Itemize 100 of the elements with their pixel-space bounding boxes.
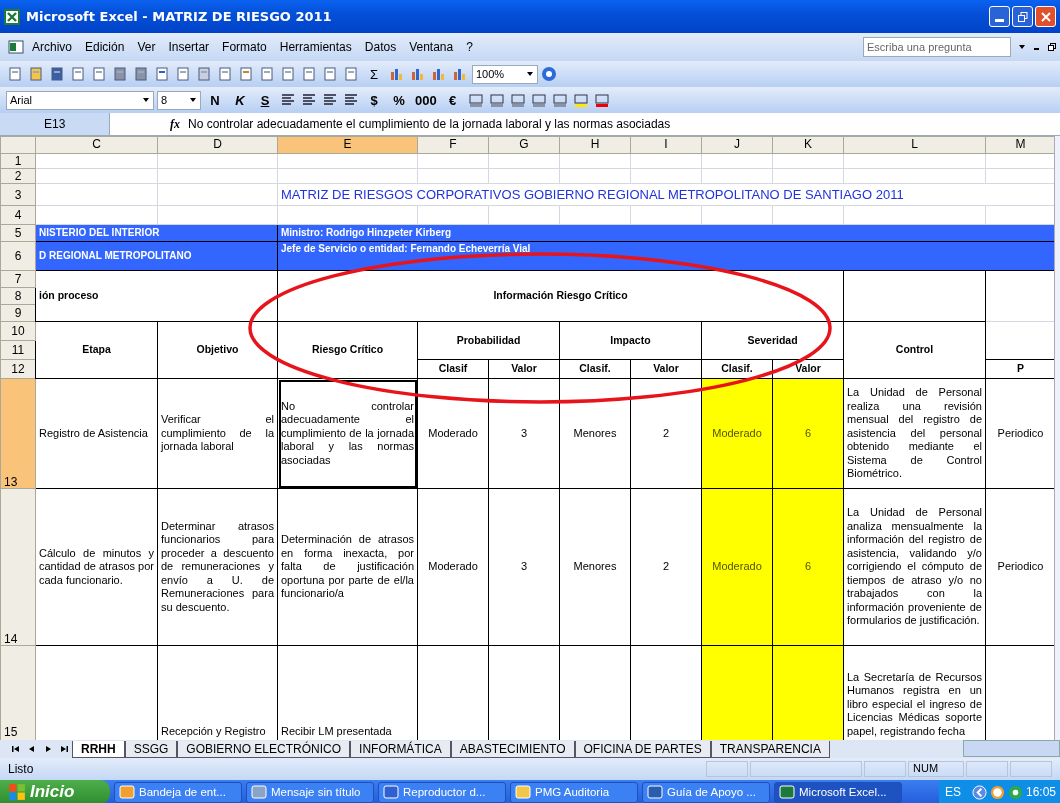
table-cell: 3	[488, 378, 560, 489]
function-button[interactable]: fx	[170, 116, 180, 132]
sheet-tab[interactable]: OFICINA DE PARTES	[574, 741, 711, 758]
row-header[interactable]: 14	[0, 488, 36, 646]
table-cell: 2	[630, 488, 702, 646]
sheet-tab[interactable]: TRANSPARENCIA	[710, 741, 830, 758]
minimize-icon	[995, 19, 1004, 22]
app-icon	[383, 784, 399, 800]
clock-icon[interactable]	[989, 784, 1005, 800]
column-header[interactable]: I	[630, 136, 702, 154]
horizontal-scrollbar[interactable]	[963, 740, 1060, 757]
number-format-button[interactable]: %	[388, 90, 410, 110]
table-cell: Moderado	[701, 488, 773, 646]
style-button[interactable]: K	[229, 90, 251, 110]
row-header[interactable]: 3	[0, 183, 36, 206]
table-cell: 6	[772, 378, 844, 489]
table-cell: La Unidad de Personal analiza mensualmente la información del registro de asistencia, validando y/o corrigiendo el cómputo de tiempos de atraso y/o no trabajados con la información proveniente de formularios de justificación.	[843, 488, 986, 646]
menu-item[interactable]: Ventana	[409, 40, 454, 54]
table-cell[interactable]: Determinación de atrasos en forma inexacta, por falta de justificación oportuna por parte de el/la funcionario/a	[277, 488, 418, 646]
zoom-dropdown[interactable]: 100%	[472, 64, 538, 84]
next-sheet-icon[interactable]	[43, 744, 53, 754]
taskbar-button[interactable]: Microsoft Excel...	[774, 781, 902, 803]
taskbar-button[interactable]: PMG Auditoria	[510, 781, 638, 803]
column-header[interactable]: E	[277, 136, 418, 154]
help-search-field[interactable]: Escriba una pregunta	[863, 37, 1011, 57]
menu-item[interactable]: Insertar	[168, 40, 210, 54]
row-header[interactable]: 15	[0, 645, 36, 740]
taskbar-button[interactable]: Bandeja de ent...	[114, 781, 242, 803]
restore-button[interactable]	[1012, 6, 1033, 27]
sheet-title: MATRIZ DE RIESGOS CORPORATIVOS GOBIERNO REGIONAL METROPOLITANO DE SANTIAGO 2011	[281, 186, 904, 202]
name-box[interactable]: E13	[0, 113, 110, 135]
column-header[interactable]: K	[772, 136, 844, 154]
menu-item[interactable]: Ver	[137, 40, 156, 54]
row-header[interactable]: 6	[0, 241, 36, 271]
close-button[interactable]	[1035, 6, 1056, 27]
table-cell: Menores	[559, 378, 631, 489]
table-cell: Información Riesgo Crítico	[277, 270, 844, 322]
taskbar-button[interactable]: Guía de Apoyo ...	[642, 781, 770, 803]
style-button[interactable]: S	[254, 90, 276, 110]
sheet-tab[interactable]: RRHH	[72, 741, 125, 758]
number-format-button[interactable]: 000	[413, 90, 439, 110]
menu-item[interactable]: Edición	[85, 40, 125, 54]
status-panel	[706, 761, 748, 777]
minimize-button[interactable]	[989, 6, 1010, 27]
close-icon	[1040, 11, 1051, 22]
sheet-tab[interactable]: SSGG	[124, 741, 178, 758]
workbook-icon[interactable]	[8, 39, 24, 55]
table-cell: 2	[630, 378, 702, 489]
table-header: Clasif.	[701, 359, 773, 379]
table-cell: Verificar el cumplimiento de la jornada laboral	[157, 378, 278, 489]
table-cell[interactable]: No controlar adecuadamente el cumplimiento de la jornada laboral y las normas asociadas	[277, 378, 418, 489]
first-sheet-icon[interactable]	[11, 744, 21, 754]
table-cell: D REGIONAL METROPOLITANO	[35, 241, 278, 271]
dropdown-arrow-icon	[189, 96, 197, 104]
restore-icon	[1017, 11, 1028, 22]
font-dropdown[interactable]: Arial	[6, 90, 154, 110]
style-button[interactable]: N	[204, 90, 226, 110]
status-panel	[864, 761, 906, 777]
status-icon[interactable]	[1007, 784, 1023, 800]
taskbar-button[interactable]: Reproductor d...	[378, 781, 506, 803]
column-header[interactable]: F	[417, 136, 489, 154]
formula-field[interactable]: No controlar adecuadamente el cumplimiento de la jornada laboral y las normas asociadas	[188, 117, 671, 131]
new-document-icon[interactable]	[6, 64, 24, 84]
restore-icon[interactable]	[1048, 43, 1056, 51]
sheet-tab[interactable]: INFORMÁTICA	[350, 741, 451, 758]
table-header: Severidad	[701, 321, 844, 360]
autosum-button[interactable]: Σ	[363, 64, 385, 84]
table-header: Riesgo Crítico	[277, 321, 418, 379]
table-cell: Menores	[559, 488, 631, 646]
column-header[interactable]: G	[488, 136, 560, 154]
table-header: Probabilidad	[417, 321, 560, 360]
table-cell: Moderado	[701, 378, 773, 489]
status-panel	[1010, 761, 1052, 777]
menu-item[interactable]: Datos	[364, 40, 397, 54]
column-header[interactable]: H	[559, 136, 631, 154]
column-header[interactable]: L	[843, 136, 986, 154]
menu-item[interactable]: Herramientas	[279, 40, 352, 54]
menu-item[interactable]: ?	[466, 40, 473, 54]
column-header[interactable]: J	[701, 136, 773, 154]
row-header[interactable]: 13	[0, 378, 36, 489]
table-header: Control	[843, 321, 986, 379]
last-sheet-icon[interactable]	[59, 744, 69, 754]
column-header[interactable]: D	[157, 136, 278, 154]
table-cell: 3	[488, 488, 560, 646]
sheet-tab[interactable]: ABASTECIMIENTO	[450, 741, 575, 758]
column-header[interactable]: M	[985, 136, 1056, 154]
menu-item[interactable]: Archivo	[32, 40, 72, 54]
menu-item[interactable]: Formato	[222, 40, 267, 54]
previous-sheet-icon[interactable]	[27, 744, 37, 754]
app-icon	[119, 784, 135, 800]
font-size-dropdown[interactable]: 8	[157, 90, 201, 110]
number-format-button[interactable]: $	[363, 90, 385, 110]
window-title: Microsoft Excel - MATRIZ DE RIESGO 2011	[26, 9, 332, 24]
taskbar-button[interactable]: Mensaje sin título	[246, 781, 374, 803]
app-icon	[251, 784, 267, 800]
table-header: Valor	[630, 359, 702, 379]
sheet-tab[interactable]: GOBIERNO ELECTRÓNICO	[177, 741, 351, 758]
number-format-button[interactable]: €	[441, 90, 464, 110]
dropdown-arrow-icon[interactable]	[1018, 43, 1026, 51]
column-header[interactable]: C	[35, 136, 158, 154]
